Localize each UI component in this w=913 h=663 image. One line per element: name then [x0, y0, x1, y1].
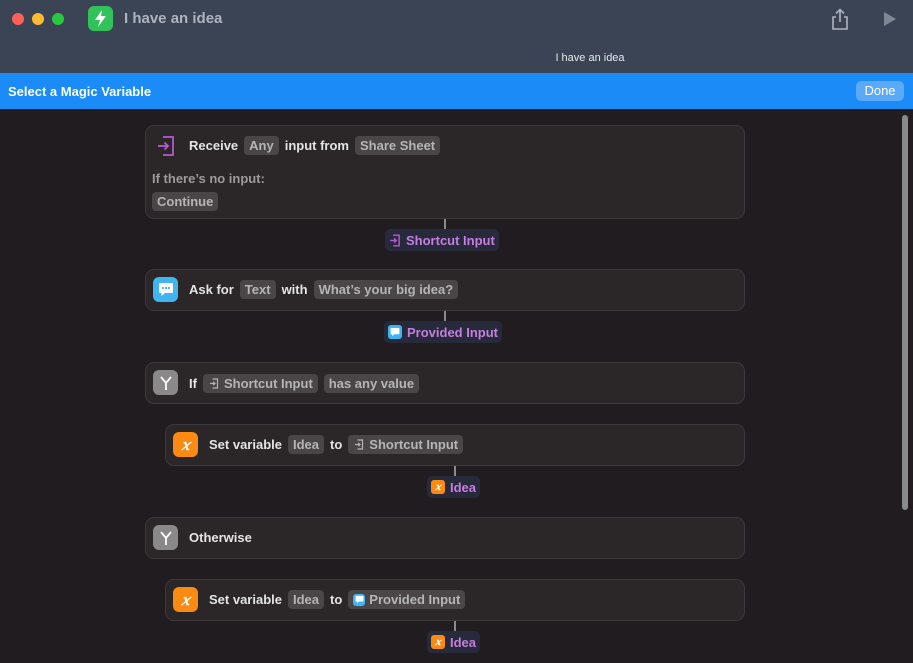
variable-value-token[interactable]: Shortcut Input [348, 435, 464, 454]
speech-bubble-icon [353, 593, 366, 606]
play-icon[interactable] [882, 10, 898, 28]
magic-variable-bar: Select a Magic Variable [0, 73, 913, 109]
zoom-window-button[interactable] [52, 13, 64, 25]
minimize-window-button[interactable] [32, 13, 44, 25]
idea-variable[interactable]: 𝑥 Idea [427, 476, 481, 498]
branch-icon [153, 370, 178, 395]
connector-line [444, 311, 446, 321]
if-condition-variable-label: Shortcut Input [223, 376, 313, 391]
if-action-card[interactable]: If Shortcut Input has any value [145, 362, 745, 404]
input-type-token[interactable]: Any [244, 136, 279, 155]
provided-input-variable-label: Provided Input [407, 324, 498, 340]
scrollbar-thumb[interactable] [902, 115, 908, 510]
ask-type-token[interactable]: Text [239, 280, 276, 299]
otherwise-card[interactable]: Otherwise [145, 517, 745, 559]
input-from-label: input from [284, 138, 349, 153]
variable-name-token[interactable]: Idea [288, 435, 325, 454]
to-label: to [330, 592, 343, 607]
if-condition-variable-token[interactable]: Shortcut Input [202, 374, 318, 393]
otherwise-label: Otherwise [189, 530, 252, 545]
magic-variable-label: Select a Magic Variable [8, 84, 152, 99]
receive-input-icon [153, 133, 178, 158]
set-variable-label: Set variable [209, 592, 282, 607]
tab-title: I have an idea [555, 52, 625, 64]
variable-x-icon: 𝑥 [173, 432, 198, 457]
receive-action-card[interactable]: Receive Any input from Share Sheet If th… [145, 125, 745, 219]
branch-icon [153, 525, 178, 550]
connector-line [444, 219, 446, 229]
idea-variable-label: Idea [450, 479, 477, 495]
provided-input-variable[interactable]: Provided Input [384, 321, 502, 343]
title-bar: I have an idea I have an idea [0, 0, 913, 73]
to-label: to [330, 437, 343, 452]
ask-for-label: Ask for [189, 282, 234, 297]
set-variable-card[interactable]: 𝑥 Set variable Idea to Provided Input [165, 579, 745, 621]
no-input-label: If there’s no input: [152, 171, 265, 186]
variable-value-token[interactable]: Provided Input [348, 590, 466, 609]
receive-label: Receive [189, 138, 239, 153]
ask-prompt-token[interactable]: What’s your big idea? [313, 280, 459, 299]
speech-bubble-icon [153, 277, 178, 302]
receive-input-icon [389, 233, 401, 247]
if-label: If [189, 376, 197, 391]
shortcut-bolt-icon [88, 6, 113, 31]
ask-with-label: with [281, 282, 308, 297]
variable-x-icon: 𝑥 [173, 587, 198, 612]
shortcut-input-variable[interactable]: Shortcut Input [385, 229, 499, 251]
shortcut-input-variable-label: Shortcut Input [406, 232, 495, 248]
done-button[interactable]: Done [856, 81, 904, 101]
speech-bubble-icon [388, 325, 402, 339]
receive-input-icon [353, 439, 365, 451]
idea-variable[interactable]: 𝑥 Idea [427, 631, 481, 653]
receive-input-icon [208, 378, 220, 390]
variable-name-token[interactable]: Idea [288, 590, 325, 609]
if-condition-token[interactable]: has any value [323, 374, 420, 393]
variable-value-label: Provided Input [369, 592, 461, 607]
variable-value-label: Shortcut Input [369, 437, 459, 452]
ask-for-input-card[interactable]: Ask for Text with What’s your big idea? [145, 269, 745, 311]
set-variable-card[interactable]: 𝑥 Set variable Idea to Shortcut Input [165, 424, 745, 466]
share-icon[interactable] [830, 8, 850, 30]
connector-line [454, 466, 456, 476]
variable-x-icon: 𝑥 [431, 635, 445, 649]
set-variable-label: Set variable [209, 437, 282, 452]
close-window-button[interactable] [12, 13, 24, 25]
idea-variable-label: Idea [450, 634, 477, 650]
no-input-action-token[interactable]: Continue [152, 192, 219, 211]
variable-x-icon: 𝑥 [431, 480, 445, 494]
input-source-token[interactable]: Share Sheet [354, 136, 441, 155]
connector-line [454, 621, 456, 631]
window-title: I have an idea [124, 10, 223, 27]
